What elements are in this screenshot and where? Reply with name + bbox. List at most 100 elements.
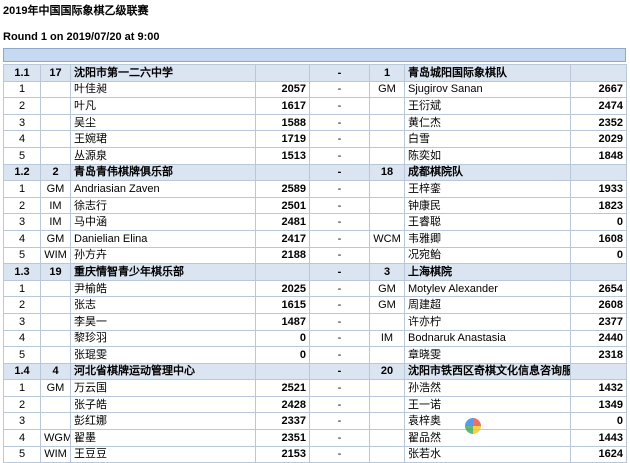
home-player-rating: 0 (255, 346, 310, 364)
away-team-number: 3 (369, 263, 405, 281)
away-team-name: 沈阳市铁西区奇棋文化信息咨询服务中心 (404, 362, 571, 381)
blank-cell (255, 64, 310, 82)
round-info: Round 1 on 2019/07/20 at 9:00 (3, 31, 160, 43)
away-player-name: 王睿聪 (404, 213, 571, 231)
header-bar (3, 48, 626, 62)
away-player-name: 王一诺 (404, 395, 571, 414)
away-player-title (369, 412, 405, 431)
away-player-rating: 0 (570, 246, 627, 265)
game-separator: - (309, 445, 370, 463)
game-row: 1 叶佳昶 2057- GM Sjugirov Sanan 2667 (3, 80, 627, 99)
away-player-name: 许亦柠 (404, 312, 571, 331)
board-number: 3 (3, 213, 41, 231)
away-player-title: WCM (369, 229, 405, 248)
away-player-name: Motylev Alexander (404, 279, 571, 298)
home-player-name: 张琨雯 (70, 346, 256, 364)
game-separator: - (309, 395, 370, 414)
away-player-name: 王梓銮 (404, 180, 571, 198)
home-player-title: GM (40, 379, 71, 397)
away-player-rating: 2318 (570, 346, 627, 364)
away-player-rating: 1432 (570, 379, 627, 397)
home-player-rating: 2589 (255, 180, 310, 198)
board-number: 5 (3, 346, 41, 364)
home-player-name: 王豆豆 (70, 445, 256, 463)
away-player-name: Bodnaruk Anastasia (404, 329, 571, 348)
home-player-title (40, 329, 71, 348)
away-player-title (369, 146, 405, 165)
board-number: 2 (3, 196, 41, 215)
home-player-name: 叶佳昶 (70, 80, 256, 99)
away-player-name: 孙浩然 (404, 379, 571, 397)
away-player-title: GM (369, 279, 405, 298)
board-number: 3 (3, 113, 41, 132)
away-player-rating: 2440 (570, 329, 627, 348)
away-team-number: 18 (369, 163, 405, 182)
away-player-rating: 2608 (570, 296, 627, 314)
away-player-name: 王衍斌 (404, 97, 571, 115)
game-row: 2 IM 徐志行 2501- 钟康民 1823 (3, 196, 627, 215)
pairings-table: 1.1 17 沈阳市第一二六中学 -1 青岛城阳国际象棋队 1 叶佳昶 2057- GM Sjug… (3, 64, 627, 463)
home-player-title: IM (40, 196, 71, 215)
home-player-title: IM (40, 213, 71, 231)
away-player-rating: 2377 (570, 312, 627, 331)
home-player-title (40, 80, 71, 99)
away-player-title: GM (369, 80, 405, 99)
away-player-title (369, 312, 405, 331)
home-player-rating: 1615 (255, 296, 310, 314)
blank-cell (570, 362, 627, 381)
away-player-title: GM (369, 296, 405, 314)
away-player-title (369, 429, 405, 447)
home-team-name: 河北省棋牌运动管理中心 (70, 362, 256, 381)
away-player-title (369, 346, 405, 364)
match-board: 1.4 (3, 362, 41, 381)
home-player-name: 李昊一 (70, 312, 256, 331)
blank-cell (570, 263, 627, 281)
home-player-name: 彭红娜 (70, 412, 256, 431)
board-number: 2 (3, 395, 41, 414)
home-player-name: 翟墨 (70, 429, 256, 447)
match-separator: - (309, 362, 370, 381)
game-separator: - (309, 296, 370, 314)
game-row: 4 王婉珺 1719- 白雪 2029 (3, 130, 627, 148)
game-row: 4 GM Danielian Elina 2417- WCM 韦雅卿 1608 (3, 229, 627, 248)
game-row: 4 黎珍羽 0- IM Bodnaruk Anastasia 2440 (3, 329, 627, 348)
away-player-title (369, 395, 405, 414)
game-separator: - (309, 196, 370, 215)
home-player-title (40, 97, 71, 115)
home-player-rating: 2521 (255, 379, 310, 397)
home-team-name: 沈阳市第一二六中学 (70, 64, 256, 82)
match-separator: - (309, 163, 370, 182)
game-separator: - (309, 146, 370, 165)
home-player-name: 马中涵 (70, 213, 256, 231)
away-player-title (369, 97, 405, 115)
away-player-name: 章晓雯 (404, 346, 571, 364)
away-player-rating: 0 (570, 213, 627, 231)
home-player-name: 黎珍羽 (70, 329, 256, 348)
home-player-title: GM (40, 229, 71, 248)
away-player-name: 白雪 (404, 130, 571, 148)
game-separator: - (309, 429, 370, 447)
away-player-name: Sjugirov Sanan (404, 80, 571, 99)
away-player-name: 黄仁杰 (404, 113, 571, 132)
away-player-rating: 2667 (570, 80, 627, 99)
blank-cell (255, 362, 310, 381)
home-player-title (40, 146, 71, 165)
away-player-title (369, 180, 405, 198)
home-player-title: WIM (40, 445, 71, 463)
away-team-name: 青岛城阳国际象棋队 (404, 64, 571, 82)
away-player-rating: 1823 (570, 196, 627, 215)
home-team-name: 青岛青伟棋牌俱乐部 (70, 163, 256, 182)
game-separator: - (309, 246, 370, 265)
away-team-name: 成都棋院队 (404, 163, 571, 182)
home-player-rating: 2188 (255, 246, 310, 265)
board-number: 1 (3, 180, 41, 198)
game-row: 5 张琨雯 0- 章晓雯 2318 (3, 346, 627, 364)
game-row: 1 GM Andriasian Zaven 2589- 王梓銮 1933 (3, 180, 627, 198)
game-separator: - (309, 329, 370, 348)
away-player-title (369, 246, 405, 265)
home-player-name: 徐志行 (70, 196, 256, 215)
game-row: 3 李昊一 1487- 许亦柠 2377 (3, 312, 627, 331)
home-player-rating: 1487 (255, 312, 310, 331)
away-player-name: 周建超 (404, 296, 571, 314)
match-board: 1.3 (3, 263, 41, 281)
